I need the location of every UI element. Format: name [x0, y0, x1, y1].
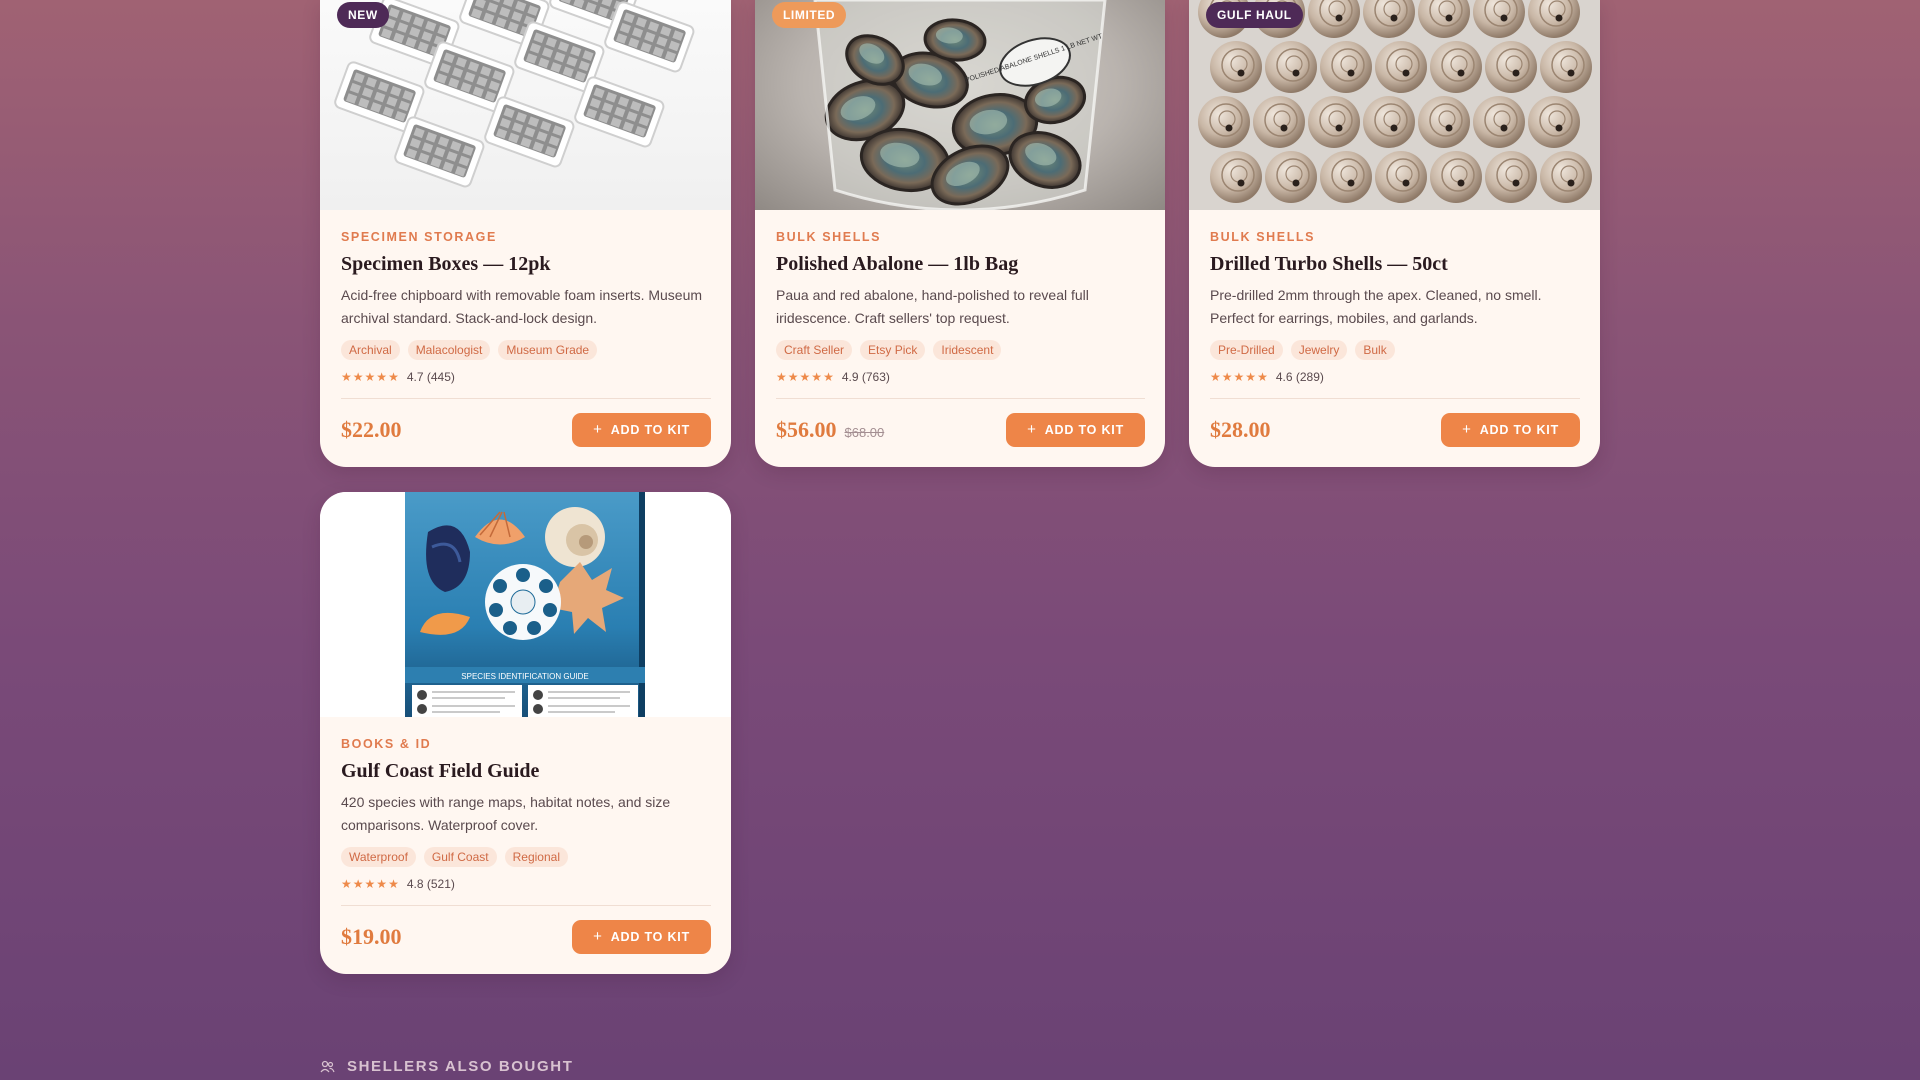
product-category: BOOKS & ID: [341, 737, 432, 751]
rating: ★ ★ ★ ★ ★ 4.7 (445): [341, 370, 711, 384]
field-guide-image: SPECIES IDENTIFICATION GUIDE: [405, 492, 645, 717]
rating: ★ ★ ★ ★ ★ 4.9 (763): [776, 370, 1145, 384]
tag: Archival: [341, 340, 400, 360]
product-card[interactable]: SPECIES IDENTIFICATION GUIDE BOOKS & ID …: [320, 492, 731, 974]
plus-icon: +: [593, 421, 603, 438]
product-card[interactable]: POLISHED ABALONE SHELLS 1 LB NET WT LIMI…: [755, 0, 1165, 467]
product-description: Pre-drilled 2mm through the apex. Cleane…: [1210, 287, 1542, 326]
product-image[interactable]: GULF HAUL: [1189, 0, 1600, 210]
product-title[interactable]: Specimen Boxes — 12pk: [341, 253, 711, 276]
product-description: Acid-free chipboard with removable foam …: [341, 287, 703, 326]
tag-list: Archival Malacologist Museum Grade: [341, 340, 711, 360]
star-rating-icon: ★ ★ ★ ★ ★: [341, 877, 399, 891]
plus-icon: +: [1027, 421, 1037, 438]
product-category: BULK SHELLS: [1210, 230, 1316, 244]
add-to-kit-button[interactable]: + ADD TO KIT: [572, 920, 711, 954]
tag: Jewelry: [1290, 340, 1348, 360]
product-category: BULK SHELLS: [776, 230, 882, 244]
rating-text: 4.9 (763): [841, 370, 890, 384]
tag-list: Pre-Drilled Jewelry Bulk: [1210, 340, 1580, 360]
add-to-kit-label: ADD TO KIT: [610, 930, 690, 944]
product-price: $19.00: [341, 924, 402, 949]
product-category: SPECIMEN STORAGE: [341, 230, 497, 244]
tag: Bulk: [1355, 340, 1395, 360]
section-heading: SHELLERS ALSO BOUGHT: [320, 1058, 573, 1075]
product-title[interactable]: Drilled Turbo Shells — 50ct: [1210, 253, 1580, 276]
section-heading-text: SHELLERS ALSO BOUGHT: [347, 1058, 574, 1075]
tag: Iridescent: [933, 340, 1002, 360]
rating-text: 4.7 (445): [406, 370, 455, 384]
product-image[interactable]: NEW: [320, 0, 731, 210]
product-card[interactable]: GULF HAUL BULK SHELLS Drilled Turbo Shel…: [1189, 0, 1600, 467]
add-to-kit-button[interactable]: + ADD TO KIT: [1006, 413, 1145, 447]
tag: Regional: [504, 847, 568, 867]
tag: Waterproof: [341, 847, 416, 867]
rating: ★ ★ ★ ★ ★ 4.6 (289): [1210, 370, 1580, 384]
product-price: $28.00: [1210, 417, 1271, 442]
rating: ★ ★ ★ ★ ★ 4.8 (521): [341, 877, 711, 891]
product-title[interactable]: Polished Abalone — 1lb Bag: [776, 253, 1145, 276]
star-rating-icon: ★ ★ ★ ★ ★: [776, 370, 834, 384]
tag-list: Waterproof Gulf Coast Regional: [341, 847, 711, 867]
abalone-bag-image: POLISHED ABALONE SHELLS 1 LB NET WT: [813, 0, 1107, 210]
product-price: $56.00: [776, 417, 837, 442]
add-to-kit-label: ADD TO KIT: [1479, 423, 1559, 437]
add-to-kit-button[interactable]: + ADD TO KIT: [1441, 413, 1580, 447]
original-price: $68.00: [844, 425, 885, 440]
tag: Pre-Drilled: [1210, 340, 1283, 360]
turbo-shells-image: [1198, 0, 1592, 203]
star-rating-icon: ★ ★ ★ ★ ★: [1210, 370, 1268, 384]
product-card[interactable]: NEW SPECIMEN STORAGE Specimen Boxes — 12…: [320, 0, 731, 467]
product-grid: NEW SPECIMEN STORAGE Specimen Boxes — 12…: [320, 0, 1600, 974]
plus-icon: +: [593, 928, 603, 945]
rating-text: 4.8 (521): [406, 877, 455, 891]
rating-text: 4.6 (289): [1275, 370, 1324, 384]
product-price: $22.00: [341, 417, 402, 442]
tag: Malacologist: [407, 340, 491, 360]
product-badge: LIMITED: [772, 2, 847, 28]
product-image[interactable]: POLISHED ABALONE SHELLS 1 LB NET WT LIMI…: [755, 0, 1165, 210]
plus-icon: +: [1462, 421, 1472, 438]
product-image[interactable]: SPECIES IDENTIFICATION GUIDE: [320, 492, 731, 717]
tag: Etsy Pick: [860, 340, 926, 360]
book-cover-text: SPECIES IDENTIFICATION GUIDE: [461, 672, 588, 681]
product-description: Paua and red abalone, hand-polished to r…: [776, 287, 1089, 326]
product-title[interactable]: Gulf Coast Field Guide: [341, 760, 711, 783]
tag: Craft Seller: [776, 340, 853, 360]
tag-list: Craft Seller Etsy Pick Iridescent: [776, 340, 1145, 360]
tag: Museum Grade: [498, 340, 598, 360]
product-description: 420 species with range maps, habitat not…: [341, 794, 671, 833]
specimen-boxes-image: [334, 0, 695, 188]
add-to-kit-button[interactable]: + ADD TO KIT: [572, 413, 711, 447]
star-rating-icon: ★ ★ ★ ★ ★: [341, 370, 399, 384]
product-badge: NEW: [337, 2, 389, 28]
add-to-kit-label: ADD TO KIT: [1044, 423, 1124, 437]
tag: Gulf Coast: [423, 847, 497, 867]
users-icon: [320, 1060, 335, 1072]
product-badge: GULF HAUL: [1206, 2, 1303, 28]
add-to-kit-label: ADD TO KIT: [610, 423, 690, 437]
